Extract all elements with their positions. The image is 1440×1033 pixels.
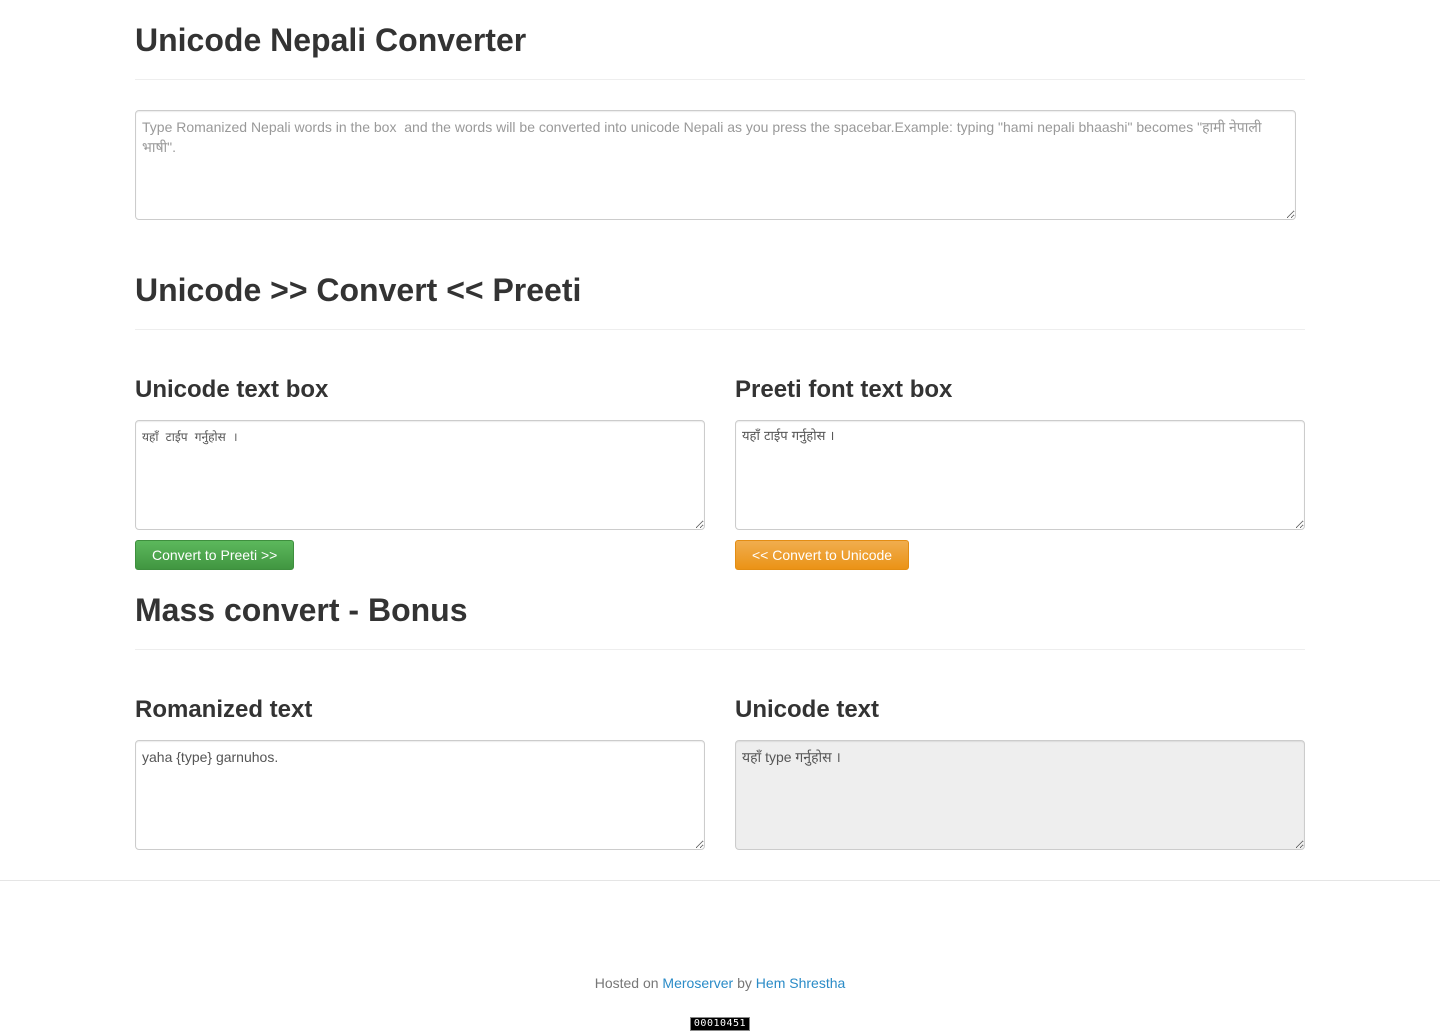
romanized-text-heading: Romanized text (135, 696, 313, 723)
unicode-textarea[interactable] (135, 420, 705, 530)
preeti-header: Unicode >> Convert << Preeti (135, 270, 1305, 330)
preeti-box-heading: Preeti font text box (735, 376, 953, 403)
footer-divider (0, 880, 1440, 881)
convert-to-unicode-button[interactable]: << Convert to Unicode (735, 540, 910, 570)
unicode-output-textarea[interactable] (735, 740, 1305, 850)
mass-title: Mass convert - Bonus (135, 592, 468, 628)
romanized-textarea[interactable] (135, 740, 705, 850)
convert-to-preeti-button[interactable]: Convert to Preeti >> (135, 540, 295, 570)
footer-credits: Hosted on Meroserver by Hem Shrestha (0, 974, 1440, 992)
mass-header: Mass convert - Bonus (135, 590, 1305, 650)
hit-counter[interactable]: 00010451 (690, 1017, 750, 1031)
unicode-box-heading: Unicode text box (135, 376, 329, 403)
by-label: by (737, 975, 752, 991)
unicode-text-heading: Unicode text (735, 696, 880, 723)
meroserver-link[interactable]: Meroserver (662, 975, 733, 991)
author-link[interactable]: Hem Shrestha (756, 975, 845, 991)
hosted-on-label: Hosted on (594, 975, 659, 991)
preeti-textarea[interactable] (735, 420, 1305, 530)
preeti-title: Unicode >> Convert << Preeti (135, 272, 582, 308)
converter-title: Unicode Nepali Converter (135, 22, 527, 58)
converter-header: Unicode Nepali Converter (135, 20, 1305, 80)
romanized-live-input[interactable] (135, 110, 1296, 220)
